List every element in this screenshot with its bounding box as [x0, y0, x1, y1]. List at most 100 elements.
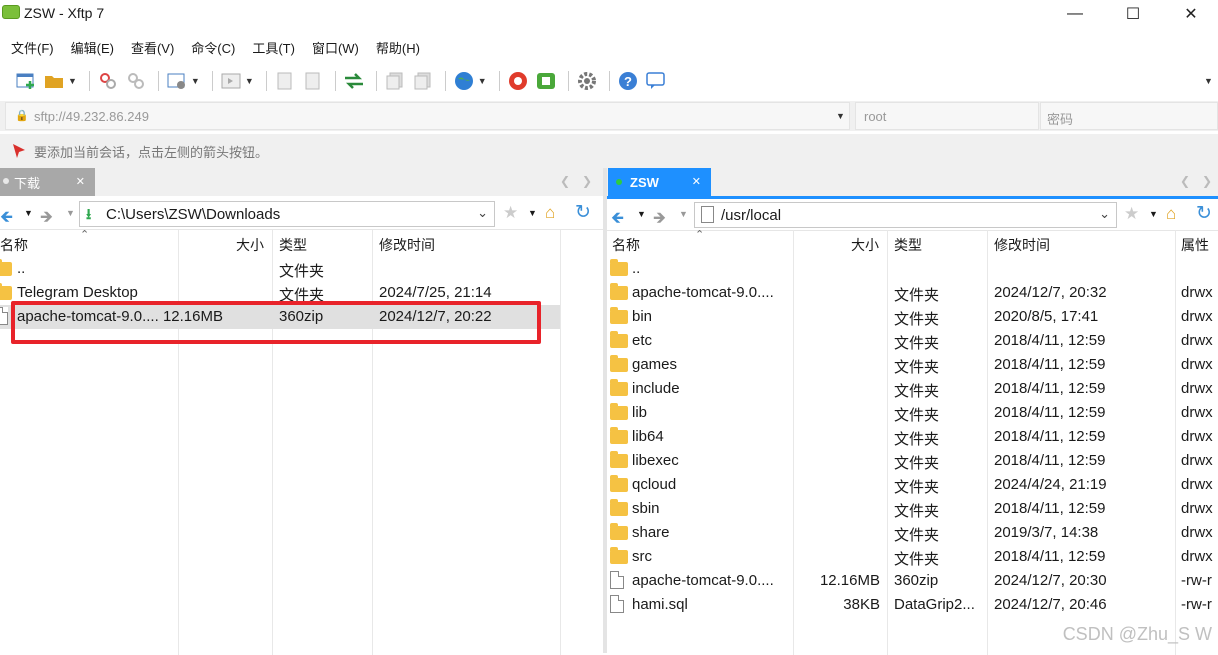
- file-row[interactable]: ..: [607, 257, 1218, 281]
- username-field[interactable]: root: [855, 102, 1039, 130]
- local-path-row: 🡸 ▼ 🡺 ▼ ⭳ C:\Users\ZSW\Downloads ⌄ ★ ▼ ⌂…: [0, 198, 603, 230]
- tab-scroll-right-icon[interactable]: ❯: [582, 174, 592, 188]
- new-session-icon[interactable]: [14, 69, 38, 93]
- local-path-field[interactable]: ⭳ C:\Users\ZSW\Downloads ⌄: [79, 201, 495, 227]
- file-row[interactable]: .. 文件夹: [0, 257, 603, 281]
- close-window-button[interactable]: ✕: [1162, 0, 1218, 28]
- xftp-icon[interactable]: [534, 69, 558, 93]
- column-header-modified[interactable]: 修改时间: [994, 235, 1050, 255]
- tab-scroll-left-icon[interactable]: ❮: [560, 174, 570, 188]
- gear-icon[interactable]: [575, 69, 599, 93]
- connect-icon[interactable]: [96, 69, 120, 93]
- menu-edit[interactable]: 编辑(E): [60, 38, 120, 57]
- bookmark-star-icon[interactable]: ★: [503, 203, 518, 223]
- column-header-modified[interactable]: 修改时间: [379, 235, 435, 255]
- chevron-down-icon[interactable]: ▼: [1149, 209, 1158, 219]
- column-header-name[interactable]: 名称: [0, 235, 28, 255]
- close-tab-icon[interactable]: ✕: [76, 175, 85, 188]
- tab-scroll-left-icon[interactable]: ❮: [1180, 174, 1190, 188]
- file-row[interactable]: sbin 文件夹 2018/4/11, 12:59 drwx: [607, 497, 1218, 521]
- chevron-down-icon[interactable]: ⌄: [477, 205, 488, 221]
- sort-up-icon: ⌃: [695, 229, 705, 241]
- disconnect-icon[interactable]: [124, 69, 148, 93]
- file-row[interactable]: apache-tomcat-9.0.... 文件夹 2024/12/7, 20:32…: [607, 281, 1218, 305]
- back-arrow-icon[interactable]: 🡸: [0, 206, 13, 233]
- download-file-icon[interactable]: [301, 69, 325, 93]
- refresh-icon[interactable]: ↻: [575, 201, 591, 224]
- password-field[interactable]: 密码: [1040, 102, 1218, 130]
- close-tab-icon[interactable]: ✕: [692, 175, 701, 188]
- copy-icon[interactable]: [383, 69, 407, 93]
- menu-tools[interactable]: 工具(T): [241, 38, 301, 57]
- globe-icon[interactable]: [452, 69, 476, 93]
- folder-icon: [610, 403, 628, 420]
- toolbar-overflow-chevron-icon[interactable]: ▼: [1204, 76, 1213, 86]
- folder-icon: [610, 331, 628, 348]
- chevron-down-icon[interactable]: ▼: [66, 208, 75, 218]
- column-header-size[interactable]: 大小: [851, 235, 879, 255]
- file-modified: 2018/4/11, 12:59: [994, 428, 1106, 445]
- tab-scroll-right-icon[interactable]: ❯: [1202, 174, 1212, 188]
- red-arrow-icon[interactable]: [11, 142, 27, 158]
- menu-window[interactable]: 窗口(W): [301, 38, 365, 57]
- chevron-down-icon[interactable]: ▼: [191, 76, 200, 86]
- toolbar-divider: [567, 71, 569, 91]
- file-row[interactable]: libexec 文件夹 2018/4/11, 12:59 drwx: [607, 449, 1218, 473]
- file-row[interactable]: src 文件夹 2018/4/11, 12:59 drwx: [607, 545, 1218, 569]
- chevron-down-icon[interactable]: ▼: [679, 209, 688, 219]
- folder-icon: [610, 307, 628, 324]
- properties-icon[interactable]: [165, 69, 189, 93]
- file-row[interactable]: etc 文件夹 2018/4/11, 12:59 drwx: [607, 329, 1218, 353]
- host-address-field[interactable]: 🔒 sftp://49.232.86.249 ▼: [5, 102, 850, 130]
- tab-remote-zsw[interactable]: ZSW ✕: [608, 168, 711, 196]
- column-header-type[interactable]: 类型: [894, 235, 922, 255]
- menu-command[interactable]: 命令(C): [180, 38, 241, 57]
- chevron-down-icon[interactable]: ▼: [245, 76, 254, 86]
- menu-help[interactable]: 帮助(H): [365, 38, 426, 57]
- menu-file[interactable]: 文件(F): [0, 38, 60, 57]
- file-row[interactable]: games 文件夹 2018/4/11, 12:59 drwx: [607, 353, 1218, 377]
- column-header-name[interactable]: 名称: [612, 235, 640, 255]
- terminal-icon[interactable]: [219, 69, 243, 93]
- file-row[interactable]: share 文件夹 2019/3/7, 14:38 drwx: [607, 521, 1218, 545]
- file-row[interactable]: lib64 文件夹 2018/4/11, 12:59 drwx: [607, 425, 1218, 449]
- forward-arrow-icon[interactable]: 🡺: [40, 206, 53, 233]
- file-row[interactable]: include 文件夹 2018/4/11, 12:59 drwx: [607, 377, 1218, 401]
- file-row[interactable]: lib 文件夹 2018/4/11, 12:59 drwx: [607, 401, 1218, 425]
- paste-icon[interactable]: [411, 69, 435, 93]
- refresh-icon[interactable]: ↻: [1196, 202, 1212, 225]
- minimize-button[interactable]: —: [1046, 0, 1104, 28]
- chevron-down-icon[interactable]: ⌄: [1099, 206, 1110, 222]
- file-row[interactable]: bin 文件夹 2020/8/5, 17:41 drwx: [607, 305, 1218, 329]
- home-folder-icon[interactable]: ⌂: [1166, 204, 1176, 224]
- file-row[interactable]: qcloud 文件夹 2024/4/24, 21:19 drwx: [607, 473, 1218, 497]
- transfer-icon[interactable]: [342, 69, 366, 93]
- file-type: 文件夹: [894, 311, 940, 328]
- upload-file-icon[interactable]: [273, 69, 297, 93]
- chevron-down-icon[interactable]: ▼: [478, 76, 487, 86]
- session-hint-bar: 要添加当前会话，点击左侧的箭头按钮。: [0, 134, 1218, 166]
- svg-text:?: ?: [624, 74, 632, 89]
- chevron-down-icon[interactable]: ▼: [24, 208, 33, 218]
- chevron-down-icon[interactable]: ▼: [836, 111, 845, 121]
- file-row[interactable]: hami.sql 38KB DataGrip2... 2024/12/7, 20:46…: [607, 593, 1218, 617]
- menu-view[interactable]: 查看(V): [120, 38, 180, 57]
- xshell-icon[interactable]: [506, 69, 530, 93]
- file-name: etc: [632, 332, 653, 349]
- maximize-button[interactable]: ☐: [1104, 0, 1162, 28]
- chat-icon[interactable]: [644, 69, 668, 93]
- help-icon[interactable]: ?: [616, 69, 640, 93]
- column-header-attributes[interactable]: 属性: [1181, 235, 1209, 255]
- chevron-down-icon[interactable]: ▼: [528, 208, 537, 218]
- chevron-down-icon[interactable]: ▼: [68, 76, 77, 86]
- open-folder-icon[interactable]: [42, 69, 66, 93]
- file-row[interactable]: apache-tomcat-9.0.... 12.16MB 360zip 2024/1…: [607, 569, 1218, 593]
- home-folder-icon[interactable]: ⌂: [545, 203, 555, 223]
- column-header-type[interactable]: 类型: [279, 235, 307, 255]
- remote-path-field[interactable]: /usr/local ⌄: [694, 202, 1117, 228]
- column-header-size[interactable]: 大小: [236, 235, 264, 255]
- bookmark-star-icon[interactable]: ★: [1124, 204, 1139, 224]
- chevron-down-icon[interactable]: ▼: [637, 209, 646, 219]
- tab-local-downloads[interactable]: 下载 ✕: [0, 168, 95, 196]
- file-attributes: drwx: [1181, 308, 1213, 325]
